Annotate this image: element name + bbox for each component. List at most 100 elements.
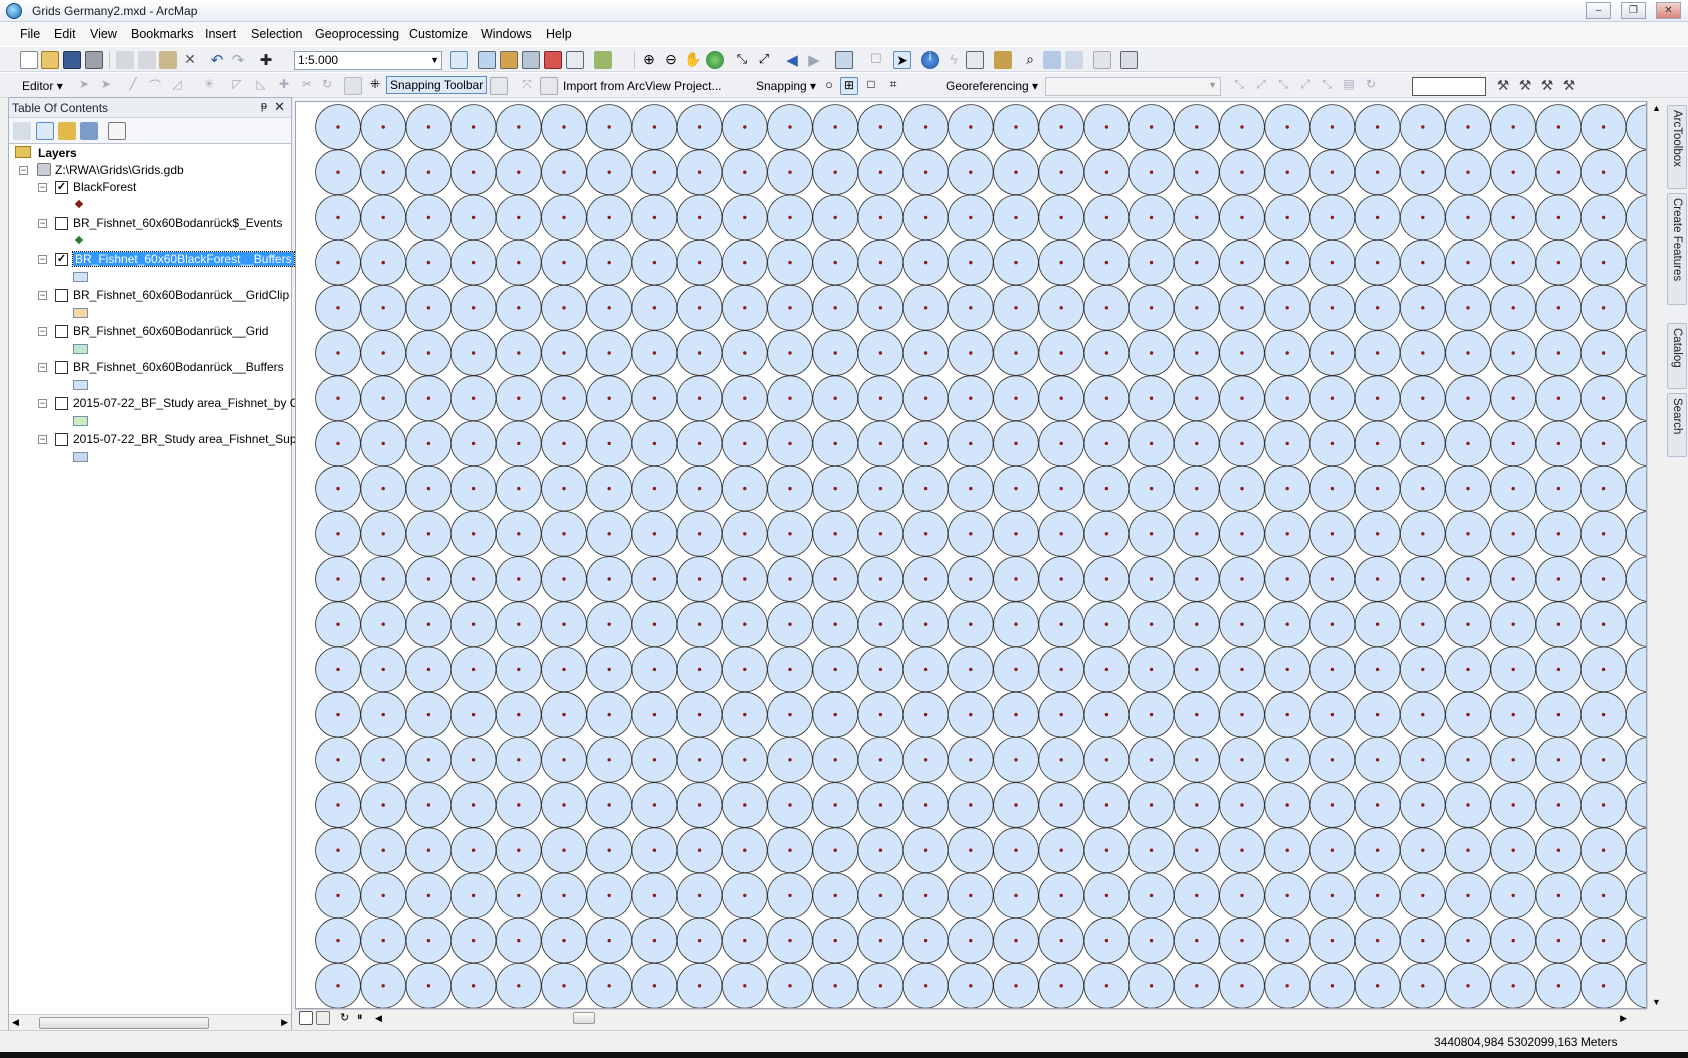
cut-icon[interactable]: [116, 51, 134, 69]
shift-georef-icon[interactable]: ⤢: [1252, 77, 1270, 95]
rotate-tool-georef-icon[interactable]: ↻: [1362, 77, 1380, 95]
dock-tab-search[interactable]: Search: [1667, 393, 1687, 457]
select-elements-arrow-icon[interactable]: ➤: [893, 51, 911, 69]
dock-tab-catalog[interactable]: Catalog: [1667, 323, 1687, 389]
scroll-right-icon[interactable]: ▶: [281, 1017, 288, 1028]
arctoolbox-window-icon[interactable]: [544, 51, 562, 69]
pan-hand-icon[interactable]: ✋: [684, 51, 702, 69]
menu-file[interactable]: File: [20, 27, 40, 41]
select-link-icon[interactable]: ⤡: [1318, 77, 1336, 95]
point-icon[interactable]: ✳: [200, 77, 218, 95]
toc-horizontal-scrollbar[interactable]: ◀ ▶: [9, 1014, 291, 1031]
end-point-arc-icon[interactable]: ⌒: [146, 77, 164, 95]
vertex-snapping-icon[interactable]: □: [862, 77, 880, 95]
list-by-source-icon[interactable]: [36, 122, 54, 140]
scale-georef-icon[interactable]: ⤡: [1274, 77, 1292, 95]
table-of-contents-window-icon[interactable]: [478, 51, 496, 69]
scroll-left-icon[interactable]: ◀: [375, 1013, 382, 1024]
rotate-georef-icon[interactable]: ⤡: [1230, 77, 1248, 95]
find-binoculars-icon[interactable]: ⌕: [1021, 51, 1039, 69]
hammer-tool-2-icon[interactable]: ⚒: [1516, 77, 1534, 95]
paste-icon[interactable]: [159, 51, 177, 69]
layer-visibility-checkbox[interactable]: [55, 397, 68, 410]
georeferencing-menu[interactable]: Georeferencing ▾: [946, 79, 1038, 93]
minimize-button[interactable]: –: [1586, 2, 1611, 19]
map-display[interactable]: [295, 101, 1647, 1009]
layer-name[interactable]: BR_Fishnet_60x60Bodanrück$_Events: [73, 216, 282, 230]
snapping-menu[interactable]: Snapping ▾: [756, 79, 816, 93]
redo-icon[interactable]: ↷: [229, 51, 247, 69]
collapse-icon[interactable]: −: [38, 435, 47, 444]
edit-vertices-icon[interactable]: ◸: [228, 77, 246, 95]
map-vertical-scrollbar[interactable]: ▲ ▼: [1647, 101, 1664, 1009]
layer-name[interactable]: 2015-07-22_BR_Study area_Fishnet_Super: [73, 432, 307, 446]
layer-name[interactable]: BlackForest: [73, 180, 136, 194]
create-features-icon[interactable]: [490, 77, 508, 95]
straight-segment-icon[interactable]: ╱: [124, 77, 142, 95]
layer-name[interactable]: BR_Fishnet_60x60Bodanrück__GridClip: [73, 288, 289, 302]
rotate-tool-icon[interactable]: ↻: [318, 77, 336, 95]
menu-geoprocessing[interactable]: Geoprocessing: [315, 27, 399, 41]
layer-visibility-checkbox[interactable]: ✓: [55, 253, 68, 266]
menu-insert[interactable]: Insert: [205, 27, 236, 41]
add-control-points-icon[interactable]: ⤢: [1296, 77, 1314, 95]
edit-annotation-icon[interactable]: ➤: [97, 77, 115, 95]
undo-icon[interactable]: ↶: [208, 51, 226, 69]
pin-icon[interactable]: ᵽ: [261, 100, 267, 112]
cut-polygons-icon[interactable]: ✚: [275, 77, 293, 95]
menu-customize[interactable]: Customize: [409, 27, 468, 41]
toc-options-icon[interactable]: [108, 122, 126, 140]
layout-view-icon[interactable]: [316, 1011, 330, 1025]
menu-selection[interactable]: Selection: [251, 27, 302, 41]
trace-icon[interactable]: ◿: [168, 77, 186, 95]
snapping-toolbar-button[interactable]: Snapping Toolbar: [386, 76, 488, 94]
menu-windows[interactable]: Windows: [481, 27, 532, 41]
layer-visibility-checkbox[interactable]: [55, 325, 68, 338]
fixed-zoom-out-icon[interactable]: ⤢: [755, 51, 773, 69]
hammer-tool-3-icon[interactable]: ⚒: [1538, 77, 1556, 95]
collapse-icon[interactable]: −: [38, 291, 47, 300]
list-by-visibility-icon[interactable]: [58, 122, 76, 140]
measure-icon[interactable]: [994, 51, 1012, 69]
hyperlink-icon[interactable]: ϟ: [945, 51, 963, 69]
layer-visibility-checkbox[interactable]: [55, 361, 68, 374]
data-view-icon[interactable]: [299, 1011, 313, 1025]
catalog-window-icon[interactable]: [500, 51, 518, 69]
fixed-zoom-in-icon[interactable]: ⤡: [733, 51, 751, 69]
refresh-icon[interactable]: ↻: [340, 1011, 349, 1024]
add-data-icon[interactable]: ✚: [257, 51, 275, 69]
dock-tab-create-features[interactable]: Create Features: [1667, 193, 1687, 305]
sketch-properties-icon[interactable]: ⁜: [366, 77, 384, 95]
scroll-down-icon[interactable]: ▼: [1652, 997, 1661, 1007]
collapse-icon[interactable]: −: [38, 183, 47, 192]
import-from-arcview-project-button[interactable]: Import from ArcView Project...: [563, 79, 722, 93]
full-extent-globe-icon[interactable]: [706, 51, 724, 69]
close-toc-button[interactable]: ✕: [274, 99, 285, 115]
collapse-icon[interactable]: −: [38, 363, 47, 372]
edit-tool-icon[interactable]: ➤: [75, 77, 93, 95]
restore-button[interactable]: ❐: [1621, 2, 1646, 19]
print-icon[interactable]: [85, 51, 103, 69]
georef-scale-input[interactable]: [1412, 77, 1486, 96]
layer-visibility-checkbox[interactable]: [55, 433, 68, 446]
attributes-icon[interactable]: [344, 77, 362, 95]
end-snapping-icon[interactable]: ⊞: [840, 77, 858, 95]
menu-edit[interactable]: Edit: [54, 27, 76, 41]
list-by-drawing-order-icon[interactable]: [13, 122, 31, 140]
editor-menu[interactable]: Editor ▾: [22, 79, 63, 93]
create-viewer-window-icon[interactable]: [1120, 51, 1138, 69]
reshape-icon[interactable]: ◺: [252, 77, 270, 95]
collapse-icon[interactable]: −: [38, 327, 47, 336]
copy-icon[interactable]: [138, 51, 156, 69]
layer-name[interactable]: BR_Fishnet_60x60Bodanrück__Grid: [73, 324, 268, 338]
back-arrow-icon[interactable]: ◀: [783, 51, 801, 69]
search-window-icon[interactable]: [522, 51, 540, 69]
map-scale-combobox[interactable]: 1:5.000 ▼: [294, 51, 442, 70]
clear-selection-icon[interactable]: ☐: [867, 51, 885, 69]
go-to-xy-icon[interactable]: [1065, 51, 1083, 69]
list-by-selection-icon[interactable]: [80, 122, 98, 140]
collapse-icon[interactable]: −: [19, 166, 28, 175]
menu-help[interactable]: Help: [546, 27, 572, 41]
view-link-table-icon[interactable]: ▤: [1340, 77, 1358, 95]
edge-snapping-icon[interactable]: ⌗: [884, 77, 902, 95]
